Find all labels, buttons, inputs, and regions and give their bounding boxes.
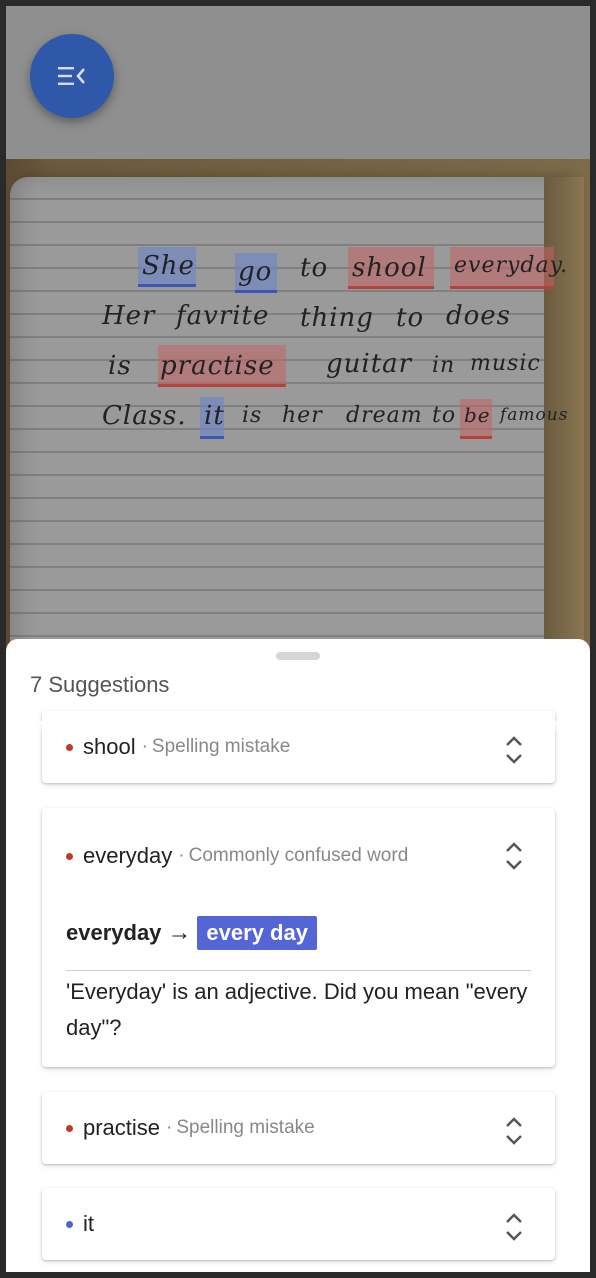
handwriting-word: her: [282, 403, 323, 428]
handwriting-word: go: [238, 257, 273, 287]
suggestion-category: Commonly confused word: [188, 845, 409, 866]
handwriting-word: guitar: [326, 349, 413, 379]
handwriting-word: Her: [102, 301, 156, 331]
handwriting-word: dream: [346, 403, 423, 428]
handwriting-word: it: [204, 401, 225, 431]
handwriting-word: famous: [500, 405, 569, 425]
suggestion-category: Spelling mistake: [151, 736, 291, 757]
handwriting-word: in: [432, 353, 456, 378]
menu-collapse-icon: [58, 67, 85, 85]
divider: [66, 970, 531, 971]
expand-collapse-icon[interactable]: [505, 735, 523, 765]
severity-dot: [66, 743, 73, 751]
suggestion-card-header[interactable]: everyday · Commonly confused word: [42, 808, 555, 904]
suggestion-word: everyday: [83, 843, 173, 868]
separator: ·: [178, 845, 185, 866]
severity-dot: [66, 852, 73, 860]
suggestion-category: Spelling mistake: [176, 1117, 315, 1138]
handwriting-word: to: [432, 403, 457, 428]
handwriting-word: does: [446, 301, 512, 331]
suggestion-word: practise: [83, 1115, 161, 1140]
app-frame: She go to shool everyday. Her favrite th…: [6, 6, 590, 1272]
suggestion-word: it: [83, 1211, 94, 1236]
arrow-icon: →: [167, 919, 192, 946]
handwriting-word: is: [108, 351, 132, 381]
replacement-button[interactable]: every day: [197, 916, 317, 950]
handwriting-word: practise: [160, 351, 275, 381]
top-bar: [6, 6, 590, 159]
suggestion-card-header[interactable]: it: [42, 1188, 555, 1260]
expand-collapse-icon[interactable]: [505, 1212, 523, 1242]
suggestion-explanation: 'Everyday' is an adjective. Did you mean…: [66, 979, 528, 1040]
suggestion-card-everyday[interactable]: everyday · Commonly confused word everyd…: [42, 808, 555, 1067]
menu-button[interactable]: [30, 34, 114, 118]
scroll-fade: [6, 721, 590, 733]
handwriting-word: is: [242, 403, 263, 428]
drag-handle[interactable]: [276, 652, 320, 660]
severity-dot: [66, 1220, 73, 1228]
separator: ·: [141, 736, 148, 757]
suggestion-card-it[interactable]: it: [42, 1188, 555, 1260]
original-word: everyday: [66, 920, 162, 945]
separator: ·: [166, 1117, 173, 1138]
notebook-page: She go to shool everyday. Her favrite th…: [10, 177, 584, 659]
handwriting-word: to: [396, 303, 425, 333]
suggestion-card-practise[interactable]: practise · Spelling mistake: [42, 1092, 555, 1164]
expand-collapse-icon[interactable]: [505, 1116, 523, 1146]
suggestion-card-header[interactable]: practise · Spelling mistake: [42, 1092, 555, 1164]
suggestions-count-title: 7 Suggestions: [30, 672, 170, 697]
suggestion-word: shool: [83, 734, 136, 759]
handwriting-word: be: [464, 403, 491, 427]
handwriting-word: music: [470, 351, 541, 376]
handwriting-word: everyday.: [454, 253, 569, 278]
scanned-notebook-photo: She go to shool everyday. Her favrite th…: [6, 159, 590, 659]
expand-collapse-icon[interactable]: [505, 841, 523, 871]
handwriting-word: Class.: [102, 401, 187, 431]
suggestions-bottom-sheet[interactable]: 7 Suggestions shool · Spelling mistake e…: [6, 639, 590, 1272]
handwriting-word: to: [300, 253, 329, 283]
handwriting-word: thing: [300, 303, 374, 333]
handwriting-word: She: [142, 251, 195, 281]
severity-dot: [66, 1124, 73, 1132]
replacement-row: everyday → every day: [66, 916, 317, 950]
handwriting-word: shool: [352, 253, 427, 283]
handwriting-word: favrite: [176, 301, 270, 331]
